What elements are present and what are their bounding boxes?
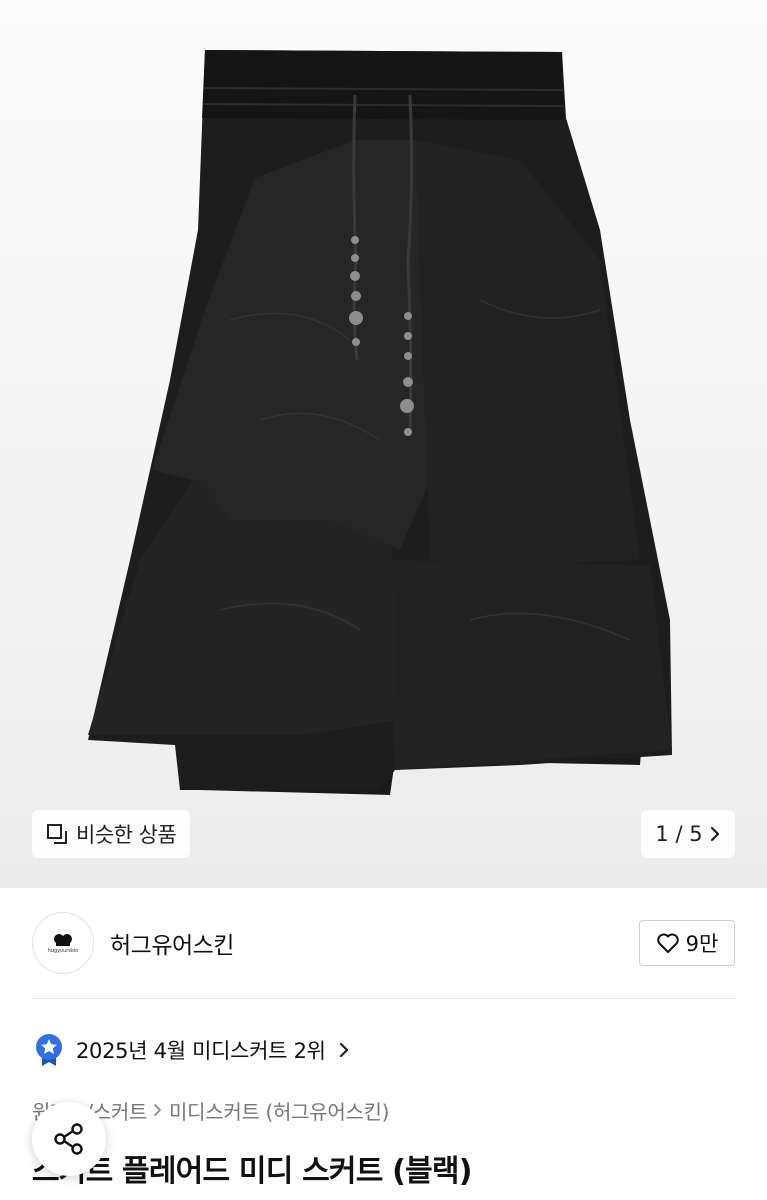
brand-logo-mark-icon — [54, 933, 72, 946]
product-image — [88, 50, 672, 795]
ranking-link[interactable]: 2025년 4월 미디스커트 2위 — [34, 1030, 350, 1070]
similar-products-label: 비슷한 상품 — [76, 823, 177, 847]
ranking-badge-icon — [36, 1034, 62, 1066]
ranking-label: 2025년 4월 미디스커트 2위 — [76, 1039, 326, 1063]
image-counter-button[interactable]: 1 / 5 — [641, 810, 735, 858]
similar-products-button[interactable]: 비슷한 상품 — [32, 810, 191, 858]
similar-products-icon — [47, 824, 67, 844]
share-icon — [54, 1123, 83, 1155]
brand-logo-text: hugyourskin — [47, 947, 79, 954]
brand-name[interactable]: 허그유어스킨 — [110, 926, 234, 960]
divider — [32, 998, 735, 999]
like-count: 9만 — [685, 932, 719, 956]
chevron-right-icon — [339, 1042, 348, 1058]
heart-icon — [656, 933, 679, 953]
breadcrumb-item[interactable]: 미디스커트 — [169, 1096, 260, 1125]
breadcrumb-item-brand[interactable]: (허그유어스킨) — [266, 1096, 390, 1125]
product-image-gallery[interactable]: 비슷한 상품 1 / 5 — [0, 0, 767, 888]
brand-logo[interactable]: hugyourskin — [32, 912, 94, 974]
chevron-right-icon — [154, 1104, 161, 1116]
image-counter: 1 / 5 — [655, 822, 703, 846]
chevron-right-icon — [710, 826, 719, 842]
share-button[interactable] — [32, 1102, 106, 1176]
like-button[interactable]: 9만 — [639, 920, 735, 966]
brand-row: hugyourskin 허그유어스킨 9만 — [32, 912, 735, 974]
